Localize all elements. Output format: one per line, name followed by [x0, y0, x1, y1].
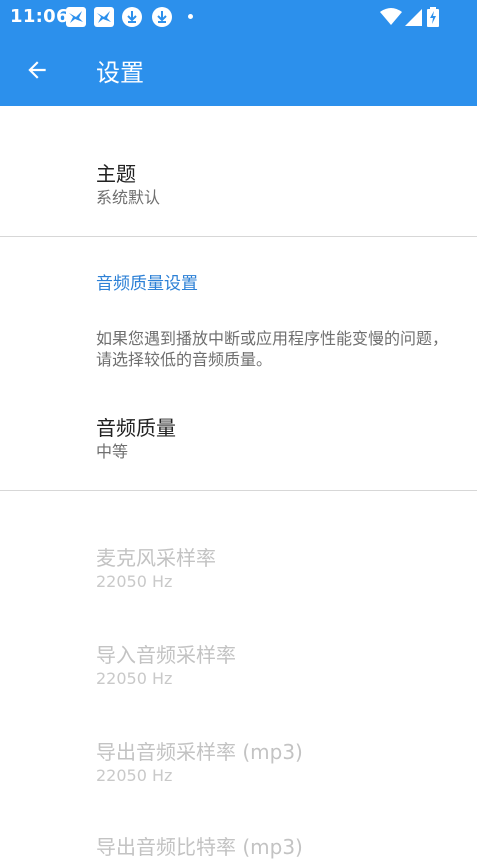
pref-theme-title: 主题: [96, 162, 136, 186]
signal-icon: [405, 9, 422, 26]
back-arrow-icon: [28, 61, 46, 79]
pref-import-sample-rate: 导入音频采样率 22050 Hz: [96, 642, 236, 690]
status-bar: 11:06: [0, 0, 477, 33]
pref-audio-quality[interactable]: 音频质量 中等: [96, 415, 176, 463]
bird-icon: [94, 7, 114, 27]
pref-import-sample-rate-summary: 22050 Hz: [96, 669, 173, 688]
back-button[interactable]: [14, 47, 60, 93]
pref-mic-sample-rate-title: 麦克风采样率: [96, 546, 216, 570]
settings-list: 主题 系统默认 音频质量设置 如果您遇到播放中断或应用程序性能变慢的问题，请选择…: [0, 106, 477, 859]
pref-export-sample-rate-summary: 22050 Hz: [96, 766, 173, 785]
download-icon: [152, 7, 172, 27]
pref-theme[interactable]: 主题 系统默认: [96, 161, 160, 209]
wifi-icon: [380, 8, 402, 25]
divider: [0, 490, 477, 491]
pref-audio-quality-summary: 中等: [96, 442, 129, 461]
category-audio-quality: 音频质量设置: [96, 274, 198, 294]
download-icon: [122, 7, 142, 27]
battery-charging-icon: [427, 7, 439, 27]
pref-theme-summary: 系统默认: [96, 188, 161, 207]
pref-export-bitrate: 导出音频比特率 (mp3): [96, 834, 303, 860]
app-toolbar: 设置: [0, 33, 477, 106]
pref-mic-sample-rate: 麦克风采样率 22050 Hz: [96, 545, 216, 593]
pref-import-sample-rate-title: 导入音频采样率: [96, 643, 236, 667]
bird-icon: [66, 7, 86, 27]
pref-mic-sample-rate-summary: 22050 Hz: [96, 572, 173, 591]
pref-export-sample-rate: 导出音频采样率 (mp3) 22050 Hz: [96, 739, 303, 787]
page-title: 设置: [96, 59, 144, 87]
status-time: 11:06: [10, 6, 69, 27]
audio-quality-description: 如果您遇到播放中断或应用程序性能变慢的问题，请选择较低的音频质量。: [96, 329, 449, 369]
pref-export-bitrate-title: 导出音频比特率 (mp3): [96, 835, 303, 859]
pref-audio-quality-title: 音频质量: [96, 416, 176, 440]
divider: [0, 236, 477, 237]
notification-dot: [188, 14, 193, 19]
pref-export-sample-rate-title: 导出音频采样率 (mp3): [96, 740, 303, 764]
